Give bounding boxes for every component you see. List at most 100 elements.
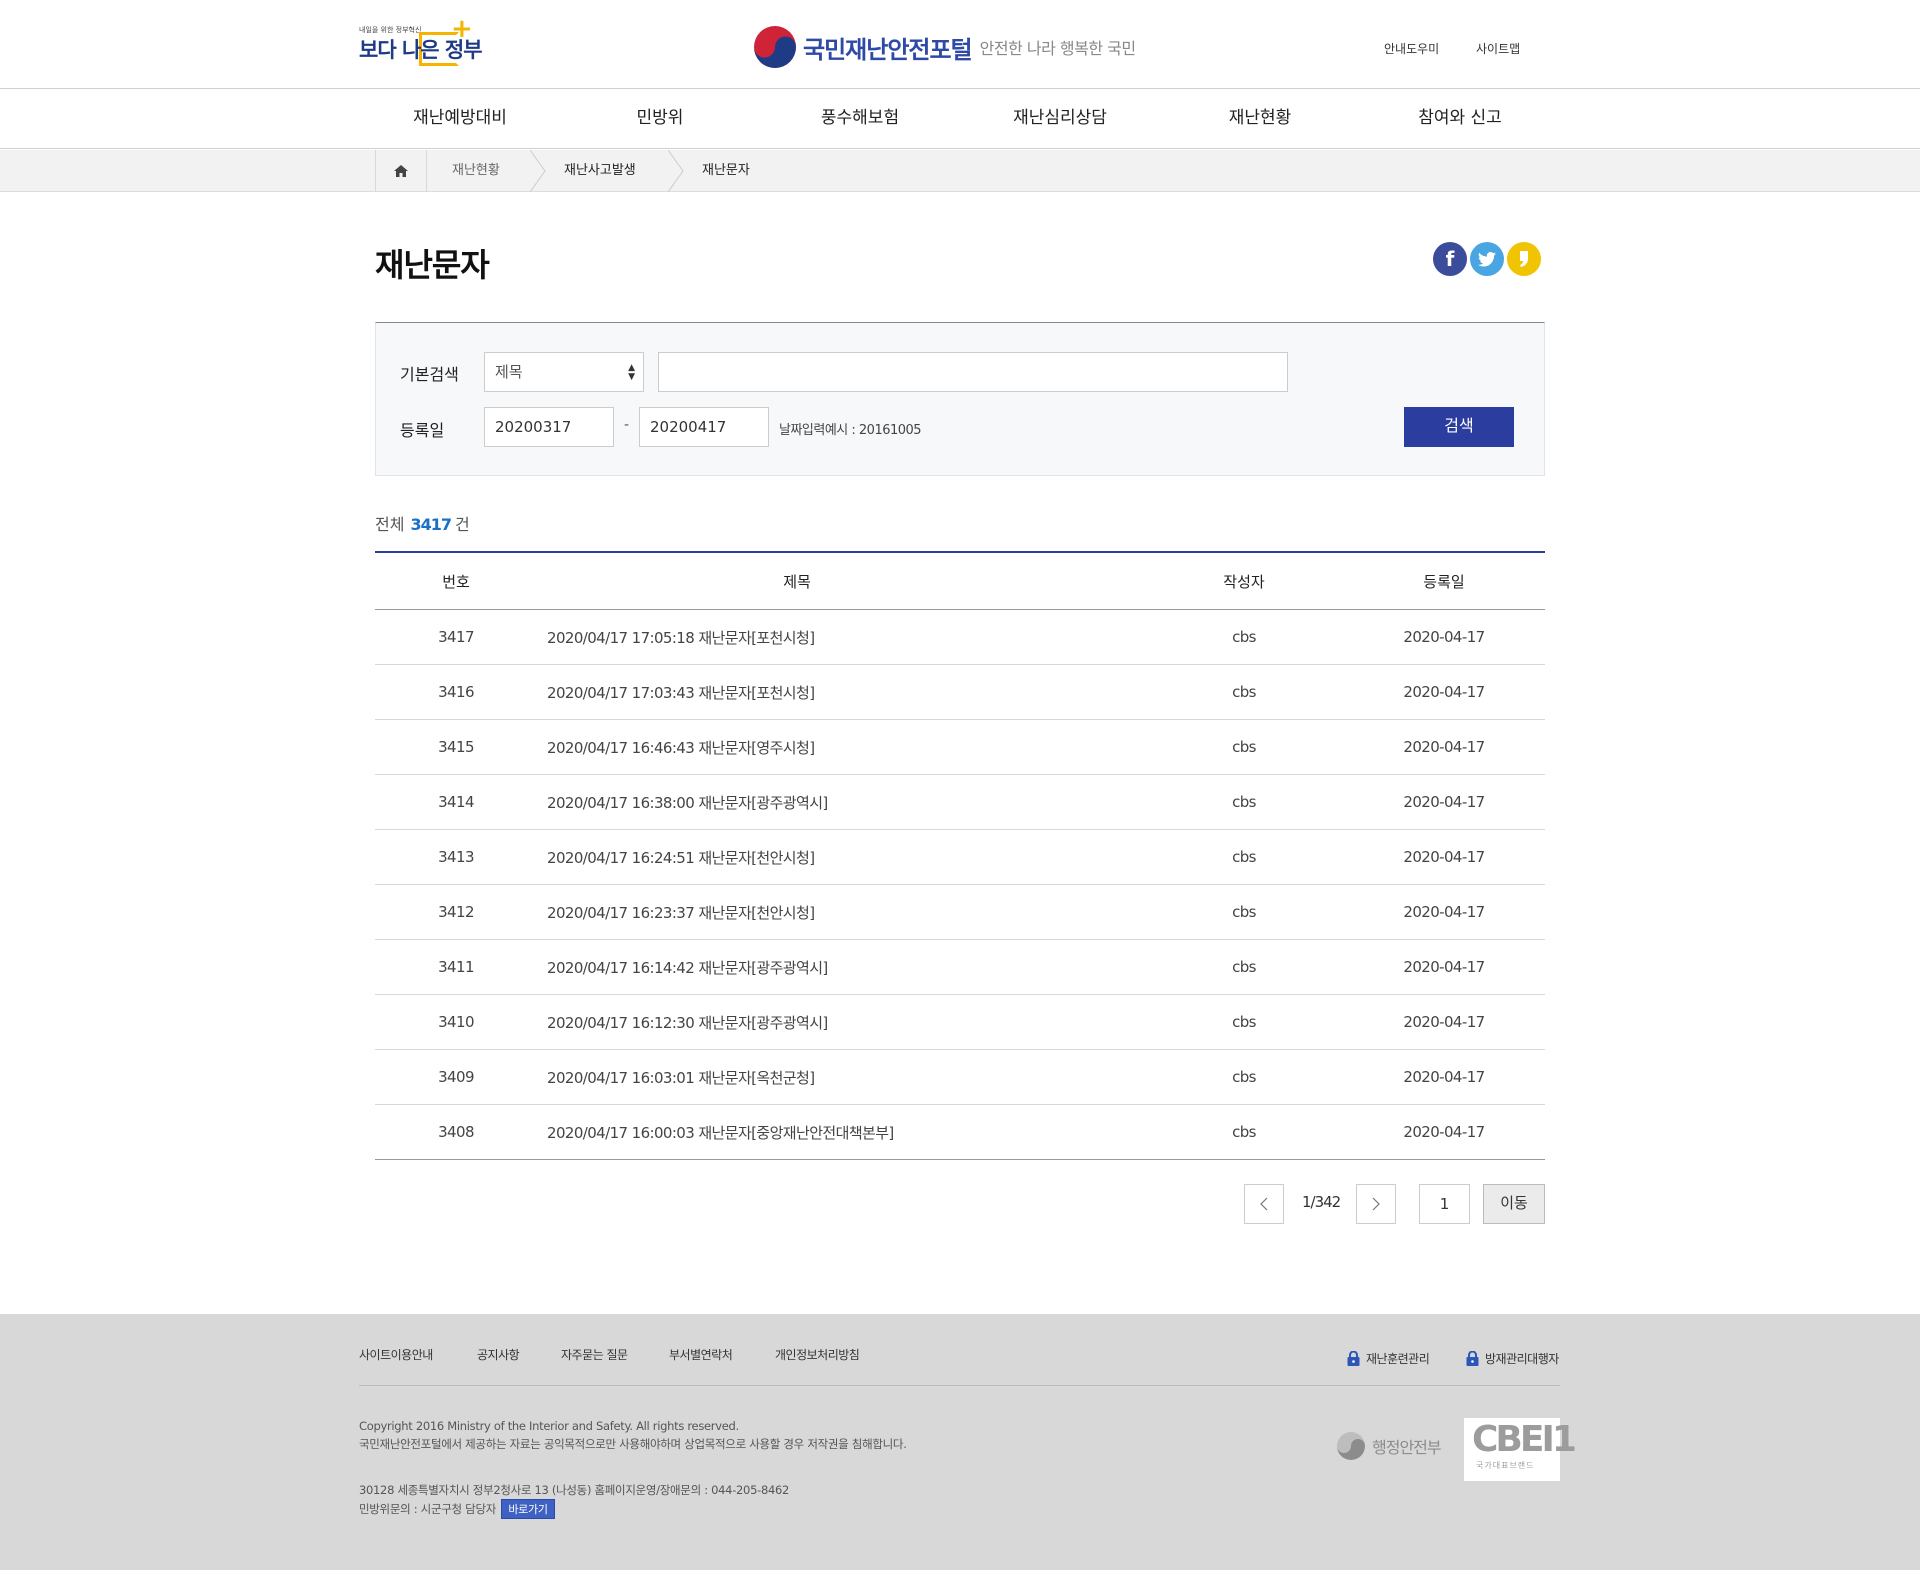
next-page-button[interactable] (1356, 1184, 1396, 1224)
breadcrumb-item-disaster-status[interactable]: 재난현황 (452, 150, 500, 192)
government-innovation-logo[interactable]: 내일을 위한 정부혁신 + 보다 나은 정부 (359, 16, 483, 70)
row-author: cbs (1232, 683, 1256, 701)
nav-civil-defense[interactable]: 민방위 (560, 89, 760, 149)
row-author: cbs (1232, 738, 1256, 756)
row-no: 3410 (438, 1013, 474, 1031)
portal-logo[interactable]: 국민재난안전포털 안전한 나라 행복한 국민 (753, 25, 1136, 69)
basic-search-label: 기본검색 (400, 365, 459, 384)
chevron-right-icon (1372, 1197, 1380, 1211)
footer-link-site-guide[interactable]: 사이트이용안내 (359, 1346, 433, 1363)
row-title-link[interactable]: 2020/04/17 16:14:42 재난문자[광주광역시] (547, 940, 1147, 994)
nav-disaster-counseling[interactable]: 재난심리상담 (960, 89, 1160, 149)
row-title-link[interactable]: 2020/04/17 16:38:00 재난문자[광주광역시] (547, 775, 1147, 829)
ministry-logo[interactable]: 행정안전부 (1336, 1431, 1442, 1461)
table-header: 번호 제목 작성자 등록일 (375, 553, 1545, 610)
nav-disaster-status[interactable]: 재난현황 (1160, 89, 1360, 149)
row-author: cbs (1232, 903, 1256, 921)
row-title-link[interactable]: 2020/04/17 16:03:01 재난문자[옥천군청] (547, 1050, 1147, 1104)
row-date: 2020-04-17 (1403, 628, 1485, 646)
reg-date-label: 등록일 (400, 421, 445, 440)
goto-button[interactable]: 바로가기 (501, 1499, 555, 1519)
table-row[interactable]: 3415 2020/04/17 16:46:43 재난문자[영주시청] cbs 202… (375, 720, 1545, 775)
disaster-agent-label: 방재관리대행자 (1485, 1352, 1559, 1366)
row-title-link[interactable]: 2020/04/17 16:23:37 재난문자[천안시청] (547, 885, 1147, 939)
table-row[interactable]: 3411 2020/04/17 16:14:42 재난문자[광주광역시] cbs 20… (375, 940, 1545, 995)
breadcrumb-item-current: 재난문자 (702, 163, 750, 178)
footer-link-contacts[interactable]: 부서별연락처 (669, 1346, 733, 1363)
nav-disaster-prevention[interactable]: 재난예방대비 (360, 89, 560, 149)
row-author: cbs (1232, 628, 1256, 646)
footer-link-notice[interactable]: 공지사항 (477, 1346, 520, 1363)
page-number-input[interactable]: 1 (1419, 1184, 1470, 1224)
search-field-selected: 제목 (495, 363, 523, 381)
table-row[interactable]: 3414 2020/04/17 16:38:00 재난문자[광주광역시] cbs 20… (375, 775, 1545, 830)
search-keyword-input[interactable] (658, 352, 1288, 392)
search-button[interactable]: 검색 (1404, 407, 1514, 447)
footer-link-privacy[interactable]: 개인정보처리방침 (775, 1346, 860, 1363)
row-no: 3414 (438, 793, 474, 811)
table-row[interactable]: 3410 2020/04/17 16:12:30 재난문자[광주광역시] cbs 20… (375, 995, 1545, 1050)
date-separator: - (624, 417, 630, 433)
brand-award-logo: CBEI1 국가대표브랜드 (1464, 1418, 1577, 1481)
chevron-left-icon (1260, 1197, 1268, 1211)
table-row[interactable]: 3416 2020/04/17 17:03:43 재난문자[포천시청] cbs 202… (375, 665, 1545, 720)
training-admin-link[interactable]: 재난훈련관리 (1347, 1350, 1430, 1367)
go-page-button[interactable]: 이동 (1483, 1184, 1545, 1224)
row-title-link[interactable]: 2020/04/17 16:00:03 재난문자[중앙재난안전대책본부] (547, 1105, 1147, 1159)
row-title-link[interactable]: 2020/04/17 16:46:43 재난문자[영주시청] (547, 720, 1147, 774)
row-no: 3416 (438, 683, 474, 701)
row-title-link[interactable]: 2020/04/17 16:24:51 재난문자[천안시청] (547, 830, 1147, 884)
row-no: 3413 (438, 848, 474, 866)
row-date: 2020-04-17 (1403, 903, 1485, 921)
twitter-icon[interactable] (1470, 242, 1504, 276)
brand-logo-sub: 국가대표브랜드 (1476, 1461, 1535, 1470)
site-footer: 사이트이용안내 공지사항 자주묻는 질문 부서별연락처 개인정보처리방침 재난훈… (0, 1314, 1920, 1570)
copyright-text: Copyright 2016 Ministry of the Interior … (359, 1419, 739, 1433)
table-row[interactable]: 3408 2020/04/17 16:00:03 재난문자[중앙재난안전대책본부]… (375, 1105, 1545, 1160)
home-icon[interactable] (375, 150, 427, 192)
facebook-icon[interactable]: f (1433, 242, 1467, 276)
table-row[interactable]: 3412 2020/04/17 16:23:37 재난문자[천안시청] cbs 202… (375, 885, 1545, 940)
taegeuk-gray-icon (1337, 1432, 1365, 1460)
total-count: 전체 3417 건 (375, 511, 470, 535)
sitemap-link[interactable]: 사이트맵 (1476, 40, 1520, 57)
kakaostory-icon[interactable] (1507, 242, 1541, 276)
row-no: 3415 (438, 738, 474, 756)
training-admin-label: 재난훈련관리 (1366, 1352, 1430, 1366)
search-field-select[interactable]: 제목 ▲ ▼ (484, 352, 644, 392)
row-author: cbs (1232, 793, 1256, 811)
row-title-link[interactable]: 2020/04/17 16:12:30 재난문자[광주광역시] (547, 995, 1147, 1049)
date-format-hint: 날짜입력예시 : 20161005 (779, 423, 922, 438)
date-from-input[interactable]: 20200317 (484, 407, 614, 447)
row-no: 3417 (438, 628, 474, 646)
prev-page-button[interactable] (1244, 1184, 1284, 1224)
row-author: cbs (1232, 1068, 1256, 1086)
ministry-name: 행정안전부 (1372, 1438, 1442, 1457)
nav-storm-flood-insurance[interactable]: 풍수해보험 (760, 89, 960, 149)
row-date: 2020-04-17 (1403, 848, 1485, 866)
page-title: 재난문자 (375, 246, 490, 284)
civil-contact-text: 민방위문의 : 시군구청 담당자 (359, 1502, 496, 1516)
gov-logo-text: 보다 나은 정부 (359, 38, 483, 62)
disaster-agent-link[interactable]: 방재관리대행자 (1466, 1350, 1559, 1367)
row-date: 2020-04-17 (1403, 958, 1485, 976)
row-title-link[interactable]: 2020/04/17 17:05:18 재난문자[포천시청] (547, 610, 1147, 664)
breadcrumb-item-accident[interactable]: 재난사고발생 (564, 150, 636, 192)
row-date: 2020-04-17 (1403, 1068, 1485, 1086)
table-row[interactable]: 3409 2020/04/17 16:03:01 재난문자[옥천군청] cbs 202… (375, 1050, 1545, 1105)
main-navigation: 재난예방대비 민방위 풍수해보험 재난심리상담 재난현황 참여와 신고 (0, 89, 1920, 149)
row-title-link[interactable]: 2020/04/17 17:03:43 재난문자[포천시청] (547, 665, 1147, 719)
header-title: 제목 (783, 572, 811, 591)
row-date: 2020-04-17 (1403, 1013, 1485, 1031)
row-date: 2020-04-17 (1403, 683, 1485, 701)
row-date: 2020-04-17 (1403, 738, 1485, 756)
guide-helper-link[interactable]: 안내도우미 (1384, 40, 1439, 57)
date-to-input[interactable]: 20200417 (639, 407, 769, 447)
nav-participation-report[interactable]: 참여와 신고 (1360, 89, 1560, 149)
header-no: 번호 (442, 572, 470, 591)
row-author: cbs (1232, 848, 1256, 866)
table-row[interactable]: 3413 2020/04/17 16:24:51 재난문자[천안시청] cbs 202… (375, 830, 1545, 885)
table-row[interactable]: 3417 2020/04/17 17:05:18 재난문자[포천시청] cbs 202… (375, 610, 1545, 665)
site-header: 내일을 위한 정부혁신 + 보다 나은 정부 국민재난안전포털 안전한 나라 행… (0, 0, 1920, 89)
footer-link-faq[interactable]: 자주묻는 질문 (561, 1346, 628, 1363)
